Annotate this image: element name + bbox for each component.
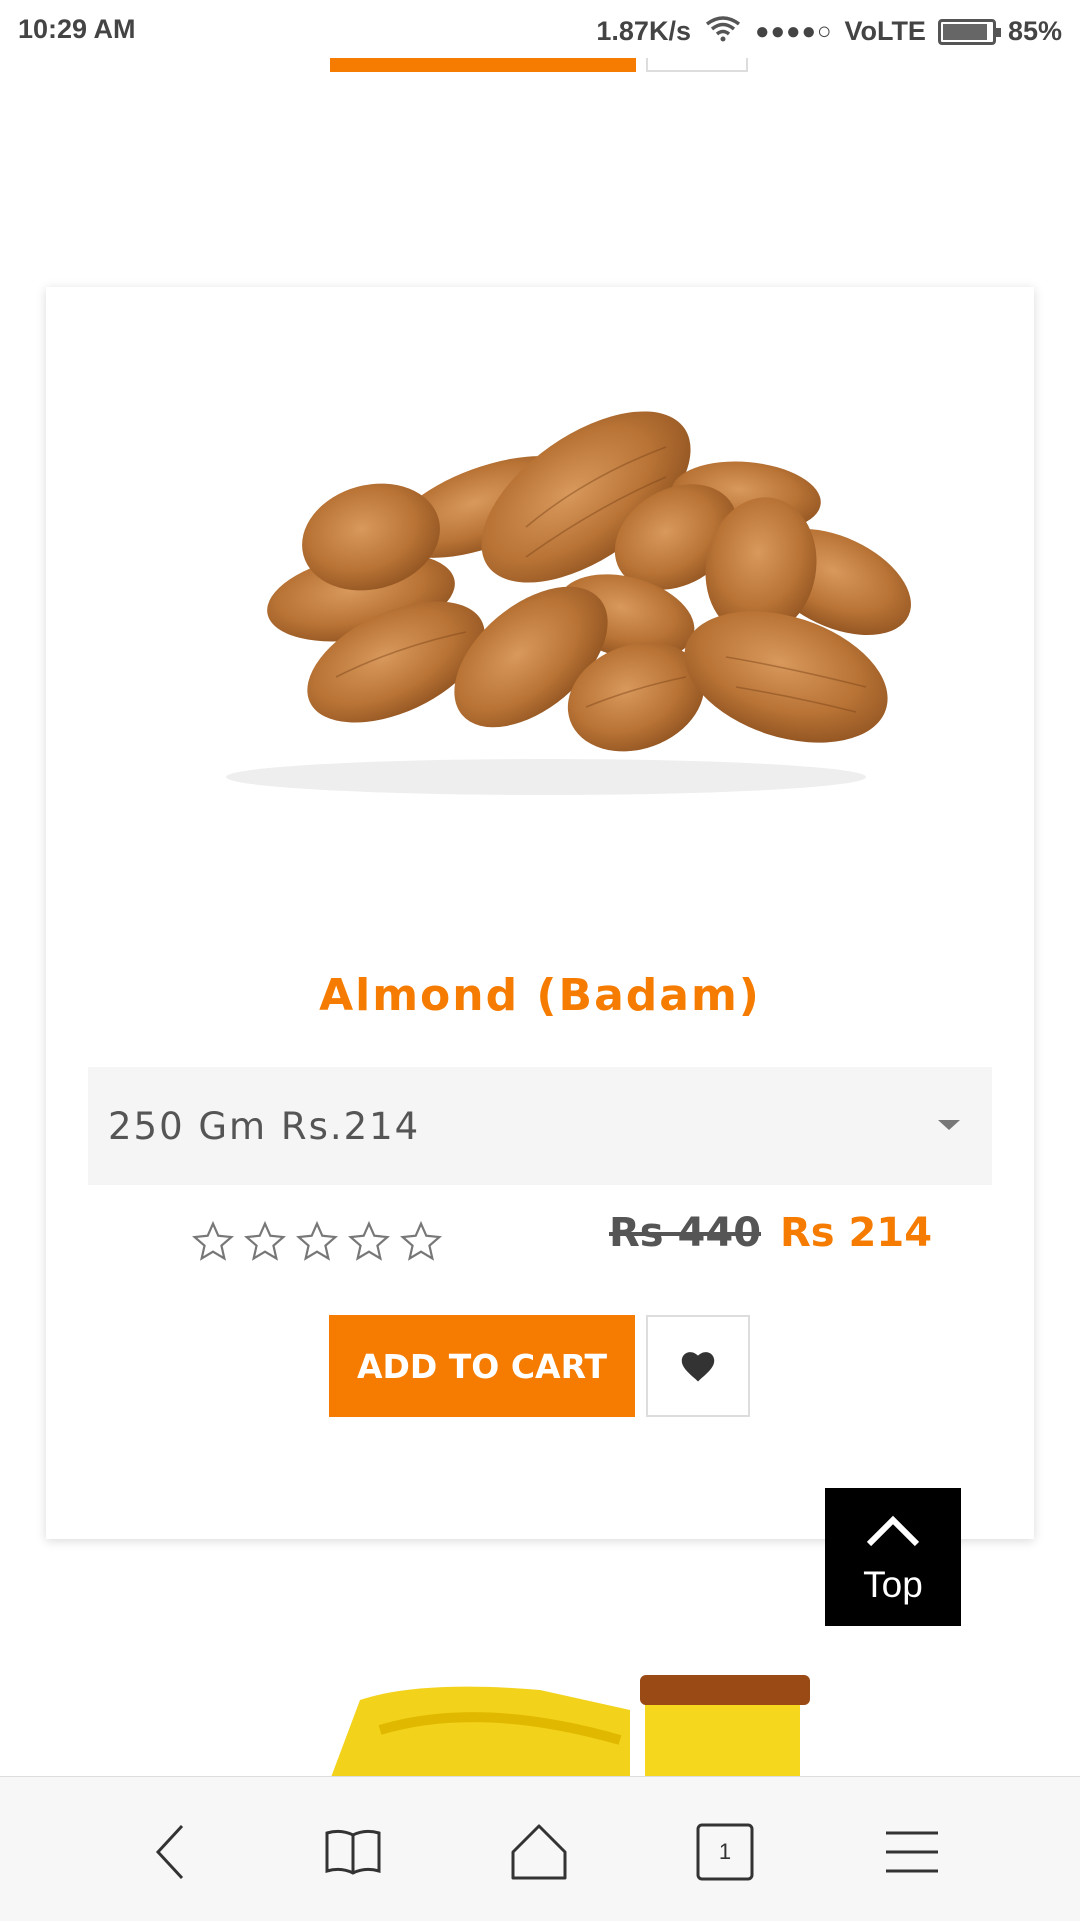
star-rating bbox=[191, 1220, 443, 1264]
add-to-cart-button[interactable]: ADD TO CART bbox=[329, 1315, 635, 1417]
network-speed: 1.87K/s bbox=[596, 16, 691, 46]
tab-count: 1 bbox=[718, 1839, 732, 1864]
star-icon bbox=[296, 1220, 338, 1261]
sale-price: Rs 214 bbox=[780, 1210, 933, 1256]
chevron-down-icon bbox=[938, 1120, 960, 1130]
star-icon bbox=[348, 1220, 390, 1261]
previous-wishlist-button[interactable] bbox=[646, 58, 748, 72]
back-button[interactable] bbox=[135, 1817, 205, 1887]
product-image[interactable] bbox=[146, 387, 946, 807]
product-card: Almond (Badam) 250 Gm Rs.214 Rs 440 Rs 2… bbox=[46, 287, 1034, 1539]
menu-icon bbox=[886, 1831, 938, 1873]
next-product-image[interactable] bbox=[300, 1670, 820, 1780]
wifi-icon bbox=[703, 14, 743, 49]
menu-button[interactable] bbox=[877, 1817, 947, 1887]
product-title[interactable]: Almond (Badam) bbox=[46, 970, 1034, 1021]
previous-add-to-cart-button[interactable] bbox=[330, 58, 636, 72]
back-icon bbox=[155, 1824, 184, 1880]
wishlist-button[interactable] bbox=[646, 1315, 750, 1417]
home-button[interactable] bbox=[504, 1817, 574, 1887]
status-bar: 10:29 AM 1.87K/s ●●●●○ VoLTE 85% bbox=[0, 0, 1080, 58]
browser-toolbar: 1 bbox=[0, 1776, 1080, 1921]
variant-selected-value: 250 Gm Rs.214 bbox=[108, 1104, 421, 1148]
star-icon bbox=[244, 1220, 286, 1261]
signal-strength-icon: ●●●●○ bbox=[754, 17, 833, 45]
status-right: 1.87K/s ●●●●○ VoLTE 85% bbox=[596, 14, 1062, 49]
battery-level: 85% bbox=[1007, 16, 1062, 46]
back-to-top-label: Top bbox=[863, 1564, 923, 1605]
network-type: VoLTE bbox=[844, 16, 926, 46]
variant-select[interactable]: 250 Gm Rs.214 bbox=[88, 1067, 992, 1185]
chevron-up-icon bbox=[866, 1515, 920, 1547]
bookmarks-icon bbox=[325, 1829, 381, 1875]
battery-icon bbox=[937, 18, 1001, 45]
heart-icon bbox=[681, 1352, 715, 1382]
bookmarks-button[interactable] bbox=[318, 1817, 388, 1887]
star-icon bbox=[400, 1220, 442, 1261]
star-icon bbox=[192, 1220, 234, 1261]
tabs-button[interactable]: 1 bbox=[690, 1817, 760, 1887]
home-icon bbox=[511, 1824, 567, 1880]
original-price: Rs 440 bbox=[609, 1210, 762, 1256]
status-time: 10:29 AM bbox=[18, 14, 136, 44]
back-to-top-button[interactable]: Top bbox=[825, 1488, 961, 1626]
